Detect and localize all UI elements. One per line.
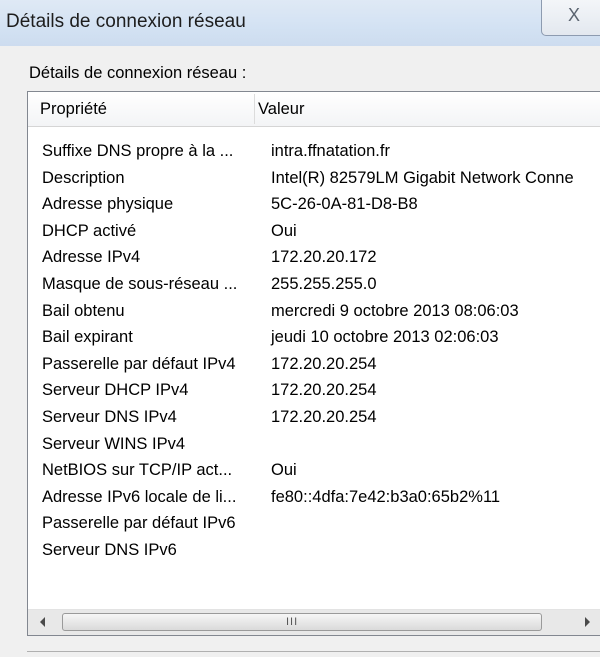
table-row[interactable]: Adresse physique 5C-26-0A-81-D8-B8 xyxy=(28,193,600,220)
property-cell: Description xyxy=(42,168,125,187)
title-bar: Détails de connexion réseau X xyxy=(0,0,600,46)
scroll-left-icon[interactable] xyxy=(40,617,45,627)
divider xyxy=(27,651,600,652)
property-cell: NetBIOS sur TCP/IP act... xyxy=(42,461,233,480)
table-row[interactable]: Serveur WINS IPv4 xyxy=(28,433,600,460)
column-header-value[interactable]: Valeur xyxy=(258,92,304,126)
property-cell: Passerelle par défaut IPv4 xyxy=(42,354,236,373)
window-title: Détails de connexion réseau xyxy=(6,11,246,32)
table-row[interactable]: Masque de sous-réseau ... 255.255.255.0 xyxy=(28,273,600,300)
value-cell: 172.20.20.254 xyxy=(271,354,377,373)
column-separator[interactable] xyxy=(254,94,255,124)
value-cell: Oui xyxy=(271,461,297,480)
property-cell: Bail expirant xyxy=(42,328,133,347)
table-row[interactable]: Description Intel(R) 82579LM Gigabit Netw… xyxy=(28,167,600,194)
value-cell: Oui xyxy=(271,221,297,240)
value-cell: 255.255.255.0 xyxy=(271,274,377,293)
close-icon: X xyxy=(568,5,581,25)
scrollbar-thumb[interactable]: III xyxy=(62,613,542,631)
table-row[interactable]: Bail expirant jeudi 10 octobre 2013 02:06… xyxy=(28,326,600,353)
property-cell: Masque de sous-réseau ... xyxy=(42,274,238,293)
table-row[interactable]: NetBIOS sur TCP/IP act... Oui xyxy=(28,459,600,486)
value-cell: jeudi 10 octobre 2013 02:06:03 xyxy=(271,328,499,347)
horizontal-scrollbar[interactable]: III xyxy=(28,609,600,635)
property-cell: Suffixe DNS propre à la ... xyxy=(42,142,234,160)
connection-details-list[interactable]: Propriété Valeur Suffixe DNS propre à la… xyxy=(27,91,600,636)
property-cell: Adresse physique xyxy=(42,195,174,214)
table-row[interactable]: Suffixe DNS propre à la ... intra.ffnatat… xyxy=(28,140,600,167)
value-cell: 172.20.20.254 xyxy=(271,407,377,426)
section-label: Détails de connexion réseau : xyxy=(29,64,247,82)
close-button[interactable]: X xyxy=(541,0,600,36)
table-row[interactable]: Passerelle par défaut IPv4 172.20.20.254 xyxy=(28,353,600,380)
property-cell: DHCP activé xyxy=(42,221,137,240)
property-cell: Serveur WINS IPv4 xyxy=(42,434,186,453)
table-row[interactable]: Passerelle par défaut IPv6 xyxy=(28,512,600,539)
value-cell: intra.ffnatation.fr xyxy=(271,142,390,160)
property-cell: Serveur DHCP IPv4 xyxy=(42,381,189,400)
property-cell: Bail obtenu xyxy=(42,301,125,320)
value-cell: 172.20.20.172 xyxy=(271,248,377,267)
value-cell: 5C-26-0A-81-D8-B8 xyxy=(271,195,418,214)
scroll-right-icon[interactable] xyxy=(585,617,590,627)
value-cell: Intel(R) 82579LM Gigabit Network Conne xyxy=(271,168,574,187)
grip-icon: III xyxy=(286,616,299,628)
table-row[interactable]: Bail obtenu mercredi 9 octobre 2013 08:06… xyxy=(28,300,600,327)
table-row[interactable]: Adresse IPv6 locale de li... fe80::4dfa:7… xyxy=(28,486,600,513)
list-rows: Suffixe DNS propre à la ... intra.ffnatat… xyxy=(28,140,600,566)
property-cell: Adresse IPv4 xyxy=(42,248,141,267)
value-cell: fe80::4dfa:7e42:b3a0:65b2%11 xyxy=(271,487,501,506)
table-row[interactable]: Serveur DNS IPv6 xyxy=(28,539,600,566)
value-cell: mercredi 9 octobre 2013 08:06:03 xyxy=(271,301,519,320)
property-cell: Passerelle par défaut IPv6 xyxy=(42,514,236,533)
property-cell: Serveur DNS IPv4 xyxy=(42,407,177,426)
column-header-property[interactable]: Propriété xyxy=(40,92,107,126)
property-cell: Serveur DNS IPv6 xyxy=(42,540,177,559)
table-row[interactable]: Serveur DHCP IPv4 172.20.20.254 xyxy=(28,379,600,406)
table-row[interactable]: Serveur DNS IPv4 172.20.20.254 xyxy=(28,406,600,433)
property-cell: Adresse IPv6 locale de li... xyxy=(42,487,237,506)
table-row[interactable]: DHCP activé Oui xyxy=(28,220,600,247)
list-header: Propriété Valeur xyxy=(28,92,600,127)
table-row[interactable]: Adresse IPv4 172.20.20.172 xyxy=(28,246,600,273)
value-cell: 172.20.20.254 xyxy=(271,381,377,400)
